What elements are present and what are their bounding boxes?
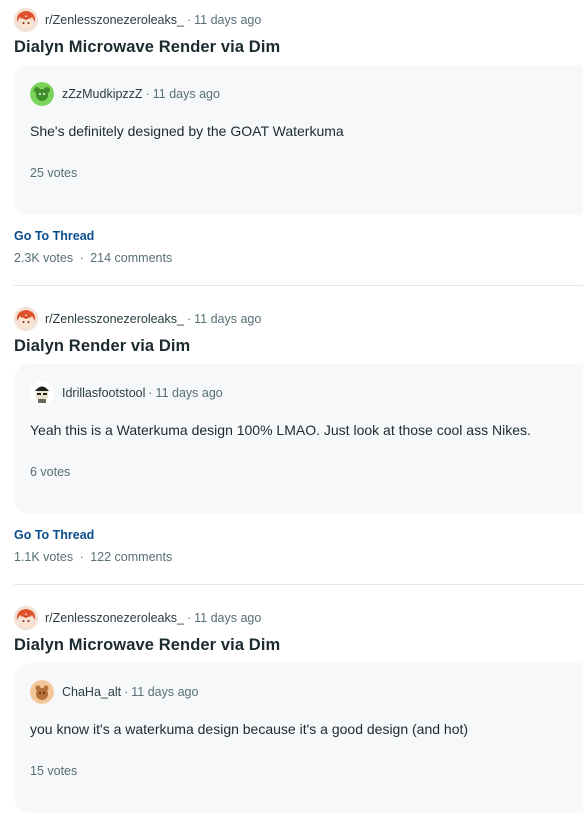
comment-age: 11 days ago: [155, 386, 223, 400]
comment-card[interactable]: ChaHa_alt · 11 days ago you know it's a …: [14, 663, 583, 813]
separator: ·: [186, 611, 192, 625]
post-title[interactable]: Dialyn Render via Dim: [14, 337, 583, 356]
separator: ·: [145, 87, 150, 101]
comment-votes: 25 votes: [30, 166, 78, 180]
comment-body: She's definitely designed by the GOAT Wa…: [30, 123, 344, 139]
comment-age: 11 days ago: [152, 87, 220, 101]
separator: ·: [79, 251, 84, 265]
post-title[interactable]: Dialyn Microwave Render via Dim: [14, 636, 583, 655]
post-title[interactable]: Dialyn Microwave Render via Dim: [14, 38, 583, 57]
go-to-thread-link[interactable]: Go To Thread: [14, 528, 94, 542]
post-header: r/Zenlesszonezeroleaks_ · 11 days ago: [14, 305, 583, 333]
comment-header: Idrillasfootstool · 11 days ago: [30, 378, 583, 408]
comment-header: ChaHa_alt · 11 days ago: [30, 677, 583, 707]
subreddit-avatar-icon[interactable]: [14, 307, 38, 331]
post-stats: 2.3K votes · 214 comments: [14, 251, 583, 265]
comment-username[interactable]: zZzMudkipzzZ: [62, 87, 143, 101]
post-stats: 1.1K votes · 122 comments: [14, 550, 583, 564]
comment-username[interactable]: ChaHa_alt: [62, 685, 121, 699]
subreddit-avatar-icon[interactable]: [14, 606, 38, 630]
post-card[interactable]: r/Zenlesszonezeroleaks_ · 11 days ago Di…: [0, 585, 583, 813]
post-comments: 214 comments: [90, 251, 173, 265]
separator: ·: [124, 685, 129, 699]
user-avatar-icon[interactable]: [30, 381, 54, 405]
user-avatar-icon[interactable]: [30, 82, 54, 106]
post-comments: 122 comments: [90, 550, 173, 564]
comment-header: zZzMudkipzzZ · 11 days ago: [30, 79, 583, 109]
subreddit-name[interactable]: r/Zenlesszonezeroleaks_: [45, 13, 184, 27]
search-results-feed: r/Zenlesszonezeroleaks_ · 11 days ago Di…: [0, 0, 583, 813]
post-votes: 1.1K votes: [14, 550, 74, 564]
separator: ·: [79, 550, 84, 564]
post-card[interactable]: r/Zenlesszonezeroleaks_ · 11 days ago Di…: [0, 286, 583, 564]
separator: ·: [186, 13, 192, 27]
comment-votes: 15 votes: [30, 764, 78, 778]
comment-age: 11 days ago: [131, 685, 199, 699]
comment-card[interactable]: zZzMudkipzzZ · 11 days ago She's definit…: [14, 65, 583, 215]
comment-votes: 6 votes: [30, 465, 71, 479]
separator: ·: [148, 386, 153, 400]
post-age: 11 days ago: [194, 312, 262, 326]
comment-card[interactable]: Idrillasfootstool · 11 days ago Yeah thi…: [14, 364, 583, 514]
post-header: r/Zenlesszonezeroleaks_ · 11 days ago: [14, 604, 583, 632]
subreddit-name[interactable]: r/Zenlesszonezeroleaks_: [45, 611, 184, 625]
subreddit-avatar-icon[interactable]: [14, 8, 38, 32]
comment-body: you know it's a waterkuma design because…: [30, 721, 469, 737]
post-age: 11 days ago: [194, 13, 262, 27]
subreddit-name[interactable]: r/Zenlesszonezeroleaks_: [45, 312, 184, 326]
post-age: 11 days ago: [194, 611, 262, 625]
post-header: r/Zenlesszonezeroleaks_ · 11 days ago: [14, 6, 583, 34]
user-avatar-icon[interactable]: [30, 680, 54, 704]
post-votes: 2.3K votes: [14, 251, 74, 265]
post-card[interactable]: r/Zenlesszonezeroleaks_ · 11 days ago Di…: [0, 0, 583, 265]
comment-body: Yeah this is a Waterkuma design 100% LMA…: [30, 422, 531, 438]
comment-username[interactable]: Idrillasfootstool: [62, 386, 145, 400]
go-to-thread-link[interactable]: Go To Thread: [14, 229, 94, 243]
separator: ·: [186, 312, 192, 326]
